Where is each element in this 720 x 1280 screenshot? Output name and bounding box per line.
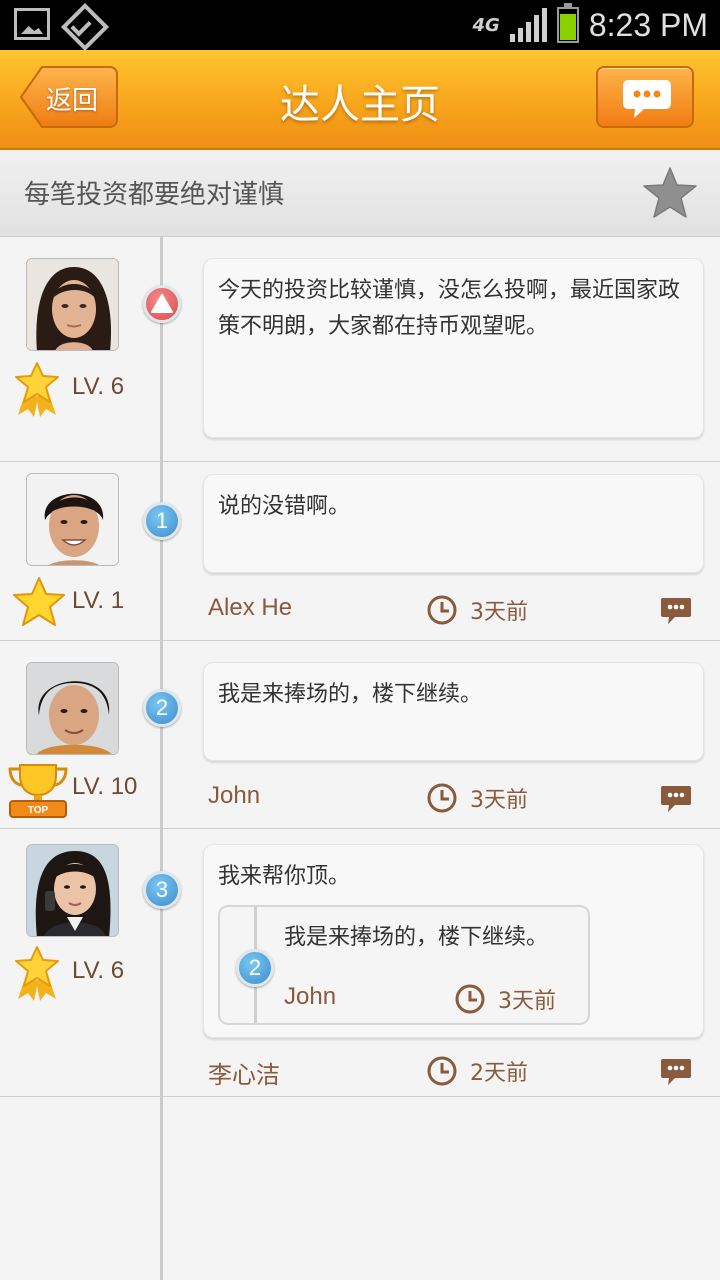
user-level: LV. 6 — [12, 945, 152, 1001]
clock-icon — [455, 984, 485, 1014]
post-meta: John 3天前 — [208, 778, 698, 818]
user-level: TOP LV. 10 — [6, 761, 146, 818]
level-label: LV. 6 — [72, 957, 125, 984]
post-text: 说的没错啊。 — [218, 494, 351, 519]
post-bubble: 说的没错啊。 — [203, 474, 704, 573]
level-label: LV. 10 — [72, 773, 138, 800]
post-item: LV. 6 3 我来帮你顶。 2 我是来捧场的，楼下继续。 John 3天前 李… — [0, 829, 720, 1097]
title-bar: 返回 达人主页 — [0, 50, 720, 150]
top-trophy-icon: TOP — [8, 764, 68, 818]
post-item: LV. 6 今天的投资比较谨慎，没怎么投啊，最近国家政策不明朗，大家都在持币观望… — [0, 237, 720, 462]
svg-text:TOP: TOP — [28, 805, 49, 816]
star-icon — [643, 167, 697, 218]
gallery-notification-icon — [14, 8, 50, 40]
up-triangle-icon — [151, 294, 173, 313]
author-name[interactable]: John — [208, 782, 260, 810]
post-text: 我来帮你顶。 — [218, 864, 351, 889]
avatar[interactable] — [26, 258, 119, 351]
clock-icon — [427, 1056, 457, 1086]
author-name[interactable]: Alex He — [208, 594, 292, 622]
level-label: LV. 1 — [72, 587, 125, 614]
post-item: LV. 1 1 说的没错啊。 Alex He 3天前 — [0, 462, 720, 641]
post-item: TOP LV. 10 2 我是来捧场的，楼下继续。 John 3天前 — [0, 641, 720, 829]
expert-motto: 每笔投资都要绝对谨慎 — [24, 180, 285, 210]
clock-icon — [427, 595, 457, 625]
quoted-number-badge: 2 — [236, 949, 274, 987]
chat-bubble-icon — [623, 80, 671, 118]
post-text: 今天的投资比较谨慎，没怎么投啊，最近国家政策不明朗，大家都在持币观望呢。 — [218, 278, 681, 339]
reply-number-badge: 1 — [143, 502, 181, 540]
gold-star-icon — [13, 577, 65, 626]
avatar[interactable] — [26, 662, 119, 755]
post-time: 3天前 — [470, 788, 528, 813]
clock-time: 8:23 PM — [588, 6, 708, 43]
quoted-time: 3天前 — [498, 989, 556, 1014]
favorite-button[interactable] — [642, 166, 698, 224]
clock-icon — [427, 783, 457, 813]
signal-icon — [509, 8, 547, 42]
battery-icon — [556, 3, 579, 43]
reply-icon[interactable] — [660, 596, 692, 626]
expert-motto-bar: 每笔投资都要绝对谨慎 — [0, 150, 720, 237]
user-level: LV. 1 — [12, 575, 152, 631]
avatar[interactable] — [26, 473, 119, 566]
reply-icon[interactable] — [660, 784, 692, 814]
quoted-reply[interactable]: 2 我是来捧场的，楼下继续。 John 3天前 — [218, 905, 590, 1025]
check-notification-icon — [64, 8, 102, 42]
star-medal-icon — [15, 362, 59, 417]
post-meta: 李心洁 2天前 — [208, 1051, 698, 1091]
post-text: 我是来捧场的，楼下继续。 — [218, 682, 483, 707]
post-meta: Alex He 3天前 — [208, 590, 698, 630]
post-bubble: 我来帮你顶。 2 我是来捧场的，楼下继续。 John 3天前 — [203, 844, 704, 1038]
author-name[interactable]: 李心洁 — [208, 1055, 280, 1090]
user-level: LV. 6 — [12, 361, 152, 417]
top-post-badge — [143, 285, 181, 323]
star-medal-icon — [15, 946, 59, 1001]
reply-number-badge: 3 — [143, 871, 181, 909]
level-label: LV. 6 — [72, 373, 125, 400]
chat-button[interactable] — [596, 66, 694, 128]
quoted-author: John — [284, 983, 337, 1010]
reply-number-badge: 2 — [143, 689, 181, 727]
post-time: 2天前 — [470, 1061, 528, 1086]
avatar[interactable] — [26, 844, 119, 937]
post-bubble: 我是来捧场的，楼下继续。 — [203, 662, 704, 761]
quoted-text: 我是来捧场的，楼下继续。 — [284, 925, 549, 950]
post-time: 3天前 — [470, 600, 528, 625]
network-type: 4G — [472, 14, 500, 36]
status-bar: 4G 8:23 PM — [0, 0, 720, 50]
reply-icon[interactable] — [660, 1057, 692, 1087]
post-bubble: 今天的投资比较谨慎，没怎么投啊，最近国家政策不明朗，大家都在持币观望呢。 — [203, 258, 704, 438]
